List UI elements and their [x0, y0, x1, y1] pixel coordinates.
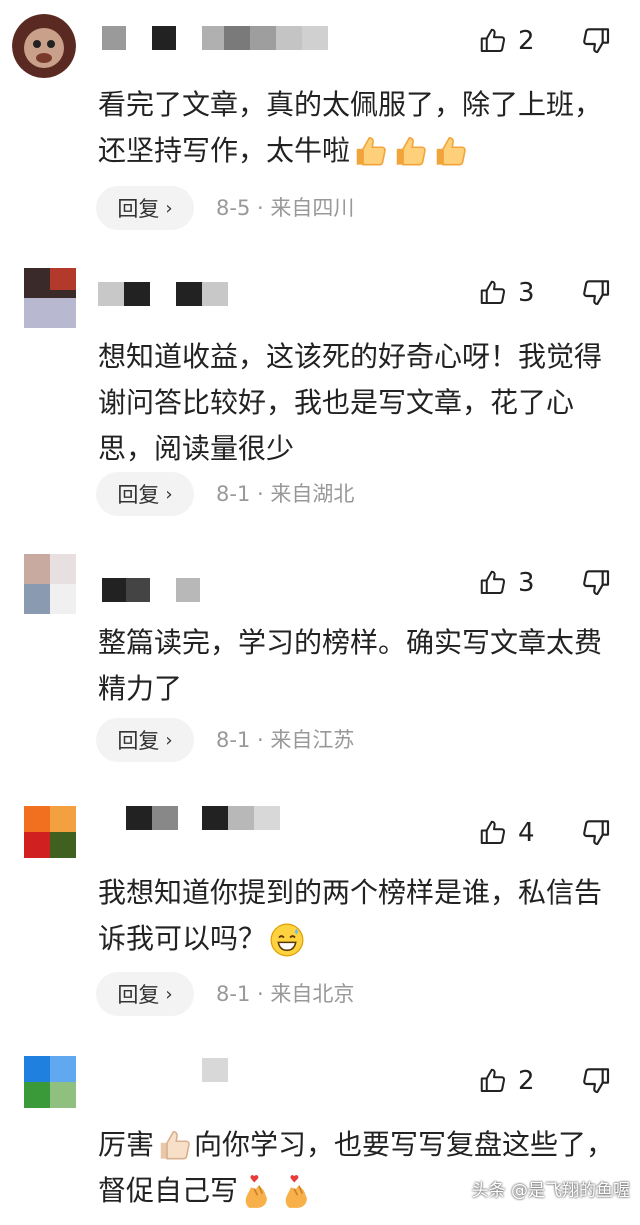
reply-button[interactable]: 回复 › — [96, 972, 194, 1016]
comment-text: 我想知道你提到的两个榜样是谁，私信告诉我可以吗？ — [98, 870, 618, 962]
like-button[interactable]: 2 — [478, 1064, 535, 1098]
thumbs-up-emoji — [392, 133, 430, 171]
dislike-button[interactable] — [580, 566, 614, 600]
thumbs-up-icon — [480, 570, 506, 594]
comment-item: 4 我想知道你提到的两个榜样是谁，私信告诉我可以吗？ 回复 › 8-1 · 来自北… — [0, 792, 640, 1042]
thumbs-down-icon — [583, 570, 610, 596]
comment-item: 3 整篇读完，学习的榜样。确实写文章太费精力了 回复 › 8-1 · 来自江苏 — [0, 542, 640, 792]
comment-meta: 8-1 · 来自北京 — [216, 982, 355, 1006]
like-count: 2 — [518, 1066, 535, 1096]
chevron-right-icon: › — [165, 483, 173, 505]
like-button[interactable]: 4 — [478, 816, 535, 850]
watermark: 头条 @是飞翔的鱼喔 — [471, 1181, 630, 1201]
like-count: 4 — [518, 818, 535, 848]
comment-item: 3 想知道收益，这该死的好奇心呀！我觉得谢问答比较好，我也是写文章，花了心思，阅… — [0, 252, 640, 542]
comment-item: 2 看完了文章，真的太佩服了，除了上班，还坚持写作，太牛啦 回复 › 8-5 · … — [0, 0, 640, 250]
thumbs-down-icon — [583, 28, 610, 54]
reply-button[interactable]: 回复 › — [96, 186, 194, 230]
comment-text: 整篇读完，学习的榜样。确实写文章太费精力了 — [98, 626, 603, 705]
thumbs-up-icon — [480, 28, 506, 52]
avatar[interactable] — [24, 1056, 76, 1108]
thumbs-up-icon — [480, 280, 506, 304]
comment-meta: 8-1 · 来自江苏 — [216, 728, 355, 752]
thumbs-down-icon — [583, 820, 610, 846]
dislike-button[interactable] — [580, 1064, 614, 1098]
dislike-button[interactable] — [580, 276, 614, 310]
thumbs-up-emoji — [432, 133, 470, 171]
reply-button[interactable]: 回复 › — [96, 472, 194, 516]
like-count: 2 — [518, 26, 535, 56]
grinning-sweat-emoji — [268, 921, 306, 959]
thumbs-up-emoji — [352, 133, 390, 171]
avatar[interactable] — [12, 14, 76, 78]
avatar[interactable] — [24, 806, 76, 858]
like-count: 3 — [518, 278, 535, 308]
avatar[interactable] — [24, 268, 76, 328]
thumbs-down-icon — [583, 280, 610, 306]
thumbs-up-icon — [480, 820, 506, 844]
like-count: 3 — [518, 568, 535, 598]
comment-meta: 8-5 · 来自四川 — [216, 196, 355, 220]
like-button[interactable]: 2 — [478, 24, 535, 58]
comment-meta: 8-1 · 来自湖北 — [216, 482, 355, 506]
finger-heart-emoji — [280, 1173, 318, 1211]
reply-button[interactable]: 回复 › — [96, 718, 194, 762]
comment-text: 想知道收益，这该死的好奇心呀！我觉得谢问答比较好，我也是写文章，花了心思，阅读量… — [98, 340, 603, 465]
dislike-button[interactable] — [580, 816, 614, 850]
like-button[interactable]: 3 — [478, 566, 535, 600]
chevron-right-icon: › — [165, 983, 173, 1005]
chevron-right-icon: › — [165, 729, 173, 751]
comment-text: 看完了文章，真的太佩服了，除了上班，还坚持写作，太牛啦 — [98, 82, 618, 174]
thumbs-up-icon — [480, 1068, 506, 1092]
like-button[interactable]: 3 — [478, 276, 535, 310]
thumbs-down-icon — [583, 1068, 610, 1094]
thumbs-up-emoji — [156, 1127, 194, 1165]
finger-heart-emoji — [240, 1173, 278, 1211]
dislike-button[interactable] — [580, 24, 614, 58]
chevron-right-icon: › — [165, 197, 173, 219]
avatar[interactable] — [24, 554, 76, 614]
